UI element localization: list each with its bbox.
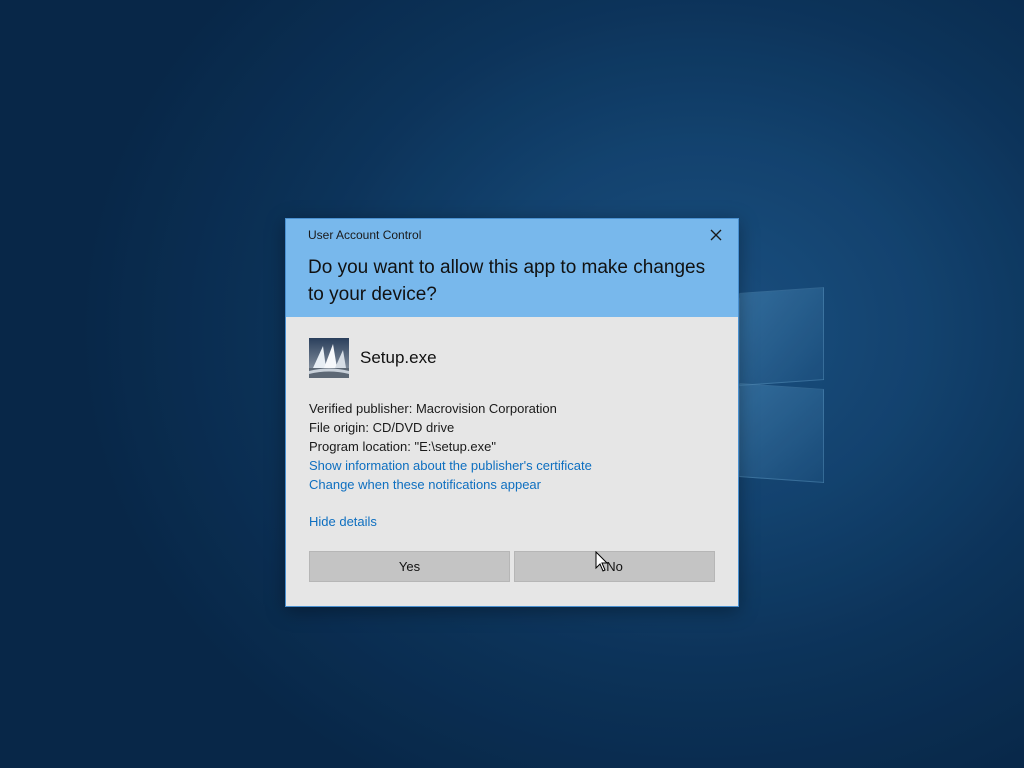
details-section: Verified publisher: Macrovision Corporat… [309, 399, 592, 494]
uac-dialog: User Account Control Do you want to allo… [285, 218, 739, 607]
app-info: Setup.exe [309, 337, 437, 379]
certificate-link[interactable]: Show information about the publisher's c… [309, 456, 592, 475]
uac-question: Do you want to allow this app to make ch… [308, 257, 706, 305]
close-button[interactable] [702, 223, 730, 247]
close-icon [710, 229, 722, 241]
dialog-title: User Account Control [308, 228, 422, 242]
publisher-text: Verified publisher: Macrovision Corporat… [309, 401, 557, 416]
app-name: Setup.exe [360, 348, 437, 367]
setup-app-icon [309, 338, 349, 378]
notification-settings-link[interactable]: Change when these notifications appear [309, 475, 592, 494]
program-location-text: Program location: "E:\setup.exe" [309, 439, 496, 454]
dialog-header: User Account Control Do you want to allo… [286, 219, 738, 317]
hide-details-link[interactable]: Hide details [309, 514, 377, 529]
file-origin-text: File origin: CD/DVD drive [309, 420, 455, 435]
no-button[interactable]: No [514, 551, 715, 582]
yes-button[interactable]: Yes [309, 551, 510, 582]
